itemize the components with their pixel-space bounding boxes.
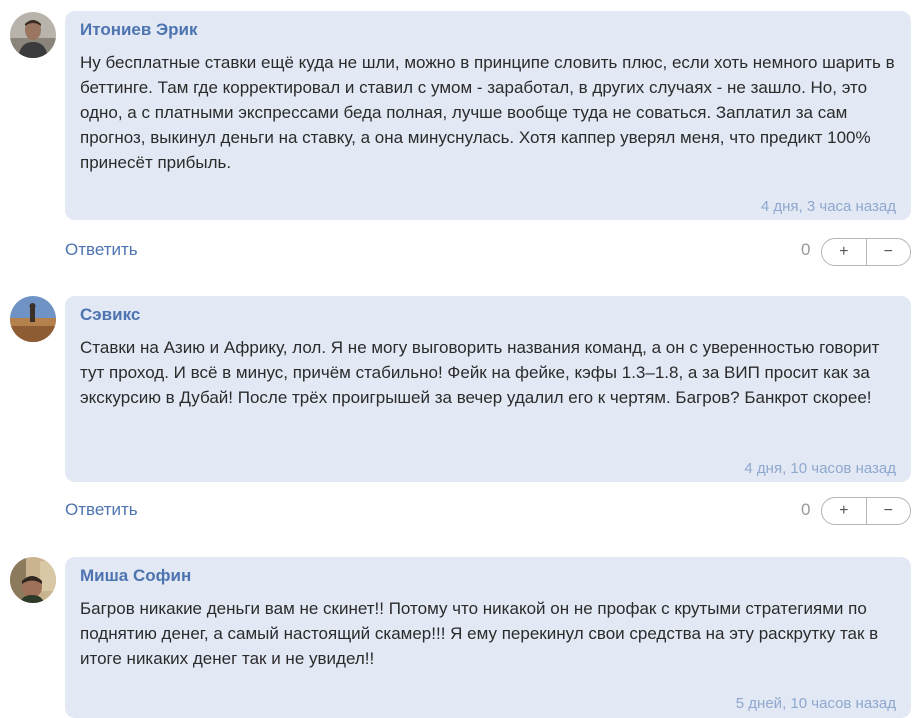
comment-bubble: Итониев Эрик Ну бесплатные ставки ещё ку… [65,11,911,220]
comment-text: Ну бесплатные ставки ещё куда не шли, мо… [80,53,895,172]
comment-author[interactable]: Сэвикс [80,305,140,325]
comment-bubble: Сэвикс Ставки на Азию и Африку, лол. Я н… [65,296,911,482]
upvote-button[interactable]: + [822,498,867,524]
comment-author[interactable]: Итониев Эрик [80,20,198,40]
comment-timestamp[interactable]: 5 дней, 10 часов назад [736,695,896,712]
vote-control: + − [821,497,911,525]
comment-timestamp[interactable]: 4 дня, 10 часов назад [744,460,896,477]
comment-bubble: Миша Софин Багров никакие деньги вам не … [65,557,911,718]
reply-link[interactable]: Ответить [65,500,138,520]
user-photo-icon [10,557,56,603]
user-photo-icon [10,12,56,58]
upvote-button[interactable]: + [822,239,867,265]
downvote-button[interactable]: − [867,498,911,524]
comment-text: Ставки на Азию и Африку, лол. Я не могу … [80,338,880,407]
vote-control: + − [821,238,911,266]
vote-score: 0 [801,500,811,519]
avatar[interactable] [10,296,56,342]
user-photo-icon [10,296,56,342]
comment-timestamp[interactable]: 4 дня, 3 часа назад [761,198,896,215]
avatar[interactable] [10,12,56,58]
comment-author[interactable]: Миша Софин [80,566,191,586]
reply-link[interactable]: Ответить [65,240,138,260]
avatar[interactable] [10,557,56,603]
vote-score: 0 [801,240,811,259]
comment-text: Багров никакие деньги вам не скинет!! По… [80,599,879,668]
downvote-button[interactable]: − [867,239,911,265]
